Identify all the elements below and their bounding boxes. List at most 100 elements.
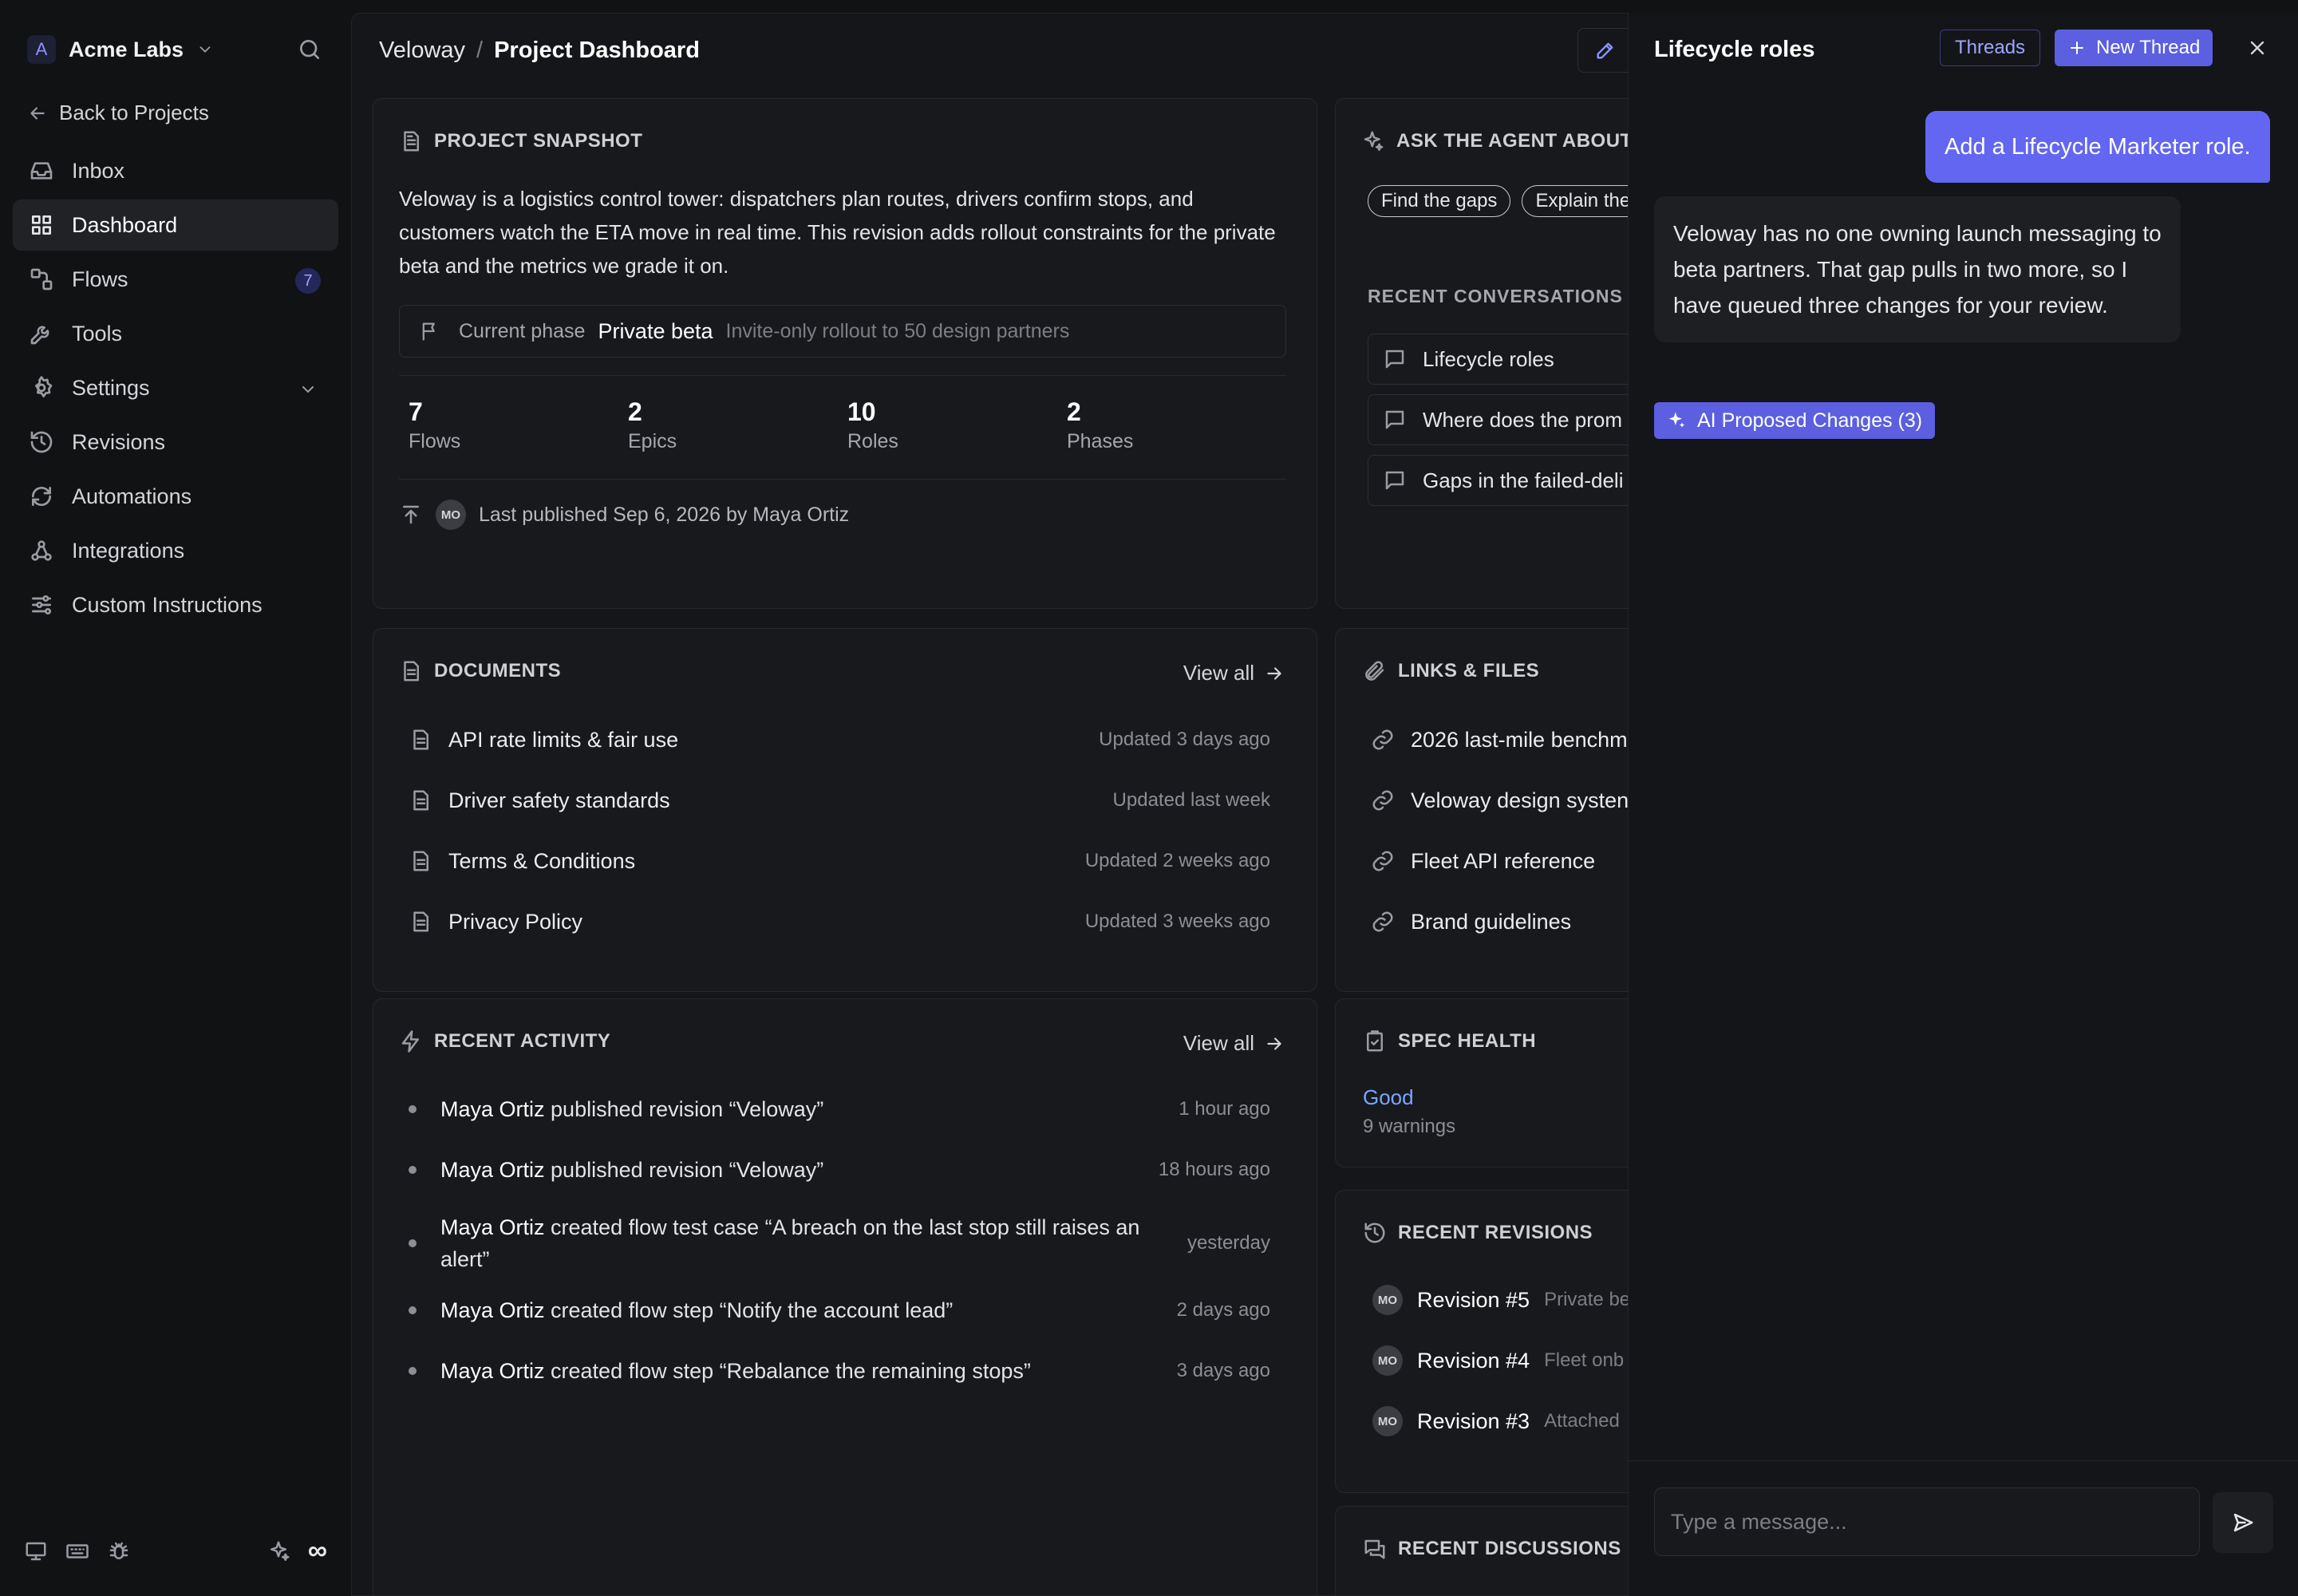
arrow-left-icon <box>27 103 48 124</box>
workspace-switcher[interactable]: A Acme Labs <box>27 35 214 64</box>
workspace-avatar: A <box>27 35 56 64</box>
search-icon[interactable] <box>297 37 322 62</box>
avatar: MO <box>1372 1406 1403 1436</box>
divider <box>399 479 1286 480</box>
flag-icon <box>419 320 441 342</box>
message-input[interactable] <box>1671 1509 2183 1535</box>
changes-label: AI Proposed Changes (3) <box>1697 409 1923 432</box>
grid-icon <box>29 212 54 238</box>
project-snapshot-card: PROJECT SNAPSHOT Veloway is a logistics … <box>373 98 1317 609</box>
conversation-item[interactable]: Lifecycle roles <box>1368 334 1669 385</box>
conversation-title: Where does the prom <box>1423 407 1623 432</box>
sidebar-item-settings[interactable]: Settings <box>13 362 338 413</box>
phase-value: Private beta <box>598 318 713 343</box>
sliders-icon <box>29 592 54 618</box>
activity-time: 1 hour ago <box>1179 1098 1270 1120</box>
card-header: PROJECT SNAPSHOT <box>399 129 642 153</box>
activity-time: 2 days ago <box>1176 1299 1270 1321</box>
sidebar-footer: ∞ <box>24 1535 327 1566</box>
stat-phases[interactable]: 2 Phases <box>1067 397 1286 453</box>
sidebar-item-label: Flows <box>72 267 128 291</box>
sidebar-item-inbox[interactable]: Inbox <box>13 145 338 196</box>
activity-author: Maya Ortiz <box>440 1158 545 1182</box>
sidebar-item-flows[interactable]: Flows 7 <box>13 254 338 305</box>
document-updated: Updated 3 weeks ago <box>1084 911 1270 932</box>
view-all-documents-link[interactable]: View all <box>1183 661 1285 685</box>
breadcrumb-project[interactable]: Veloway <box>379 38 465 64</box>
suggestion-chip[interactable]: Find the gaps <box>1368 185 1511 217</box>
card-header: RECENT ACTIVITY <box>399 1029 610 1053</box>
view-all-label: View all <box>1183 1031 1254 1055</box>
sparkle-icon[interactable] <box>267 1539 290 1563</box>
keyboard-icon[interactable] <box>65 1539 89 1563</box>
card-title: PROJECT SNAPSHOT <box>434 130 643 152</box>
activity-item[interactable]: Maya Ortiz created flow test case “A bre… <box>409 1211 1270 1275</box>
close-icon[interactable] <box>2246 37 2268 59</box>
sidebar-item-custom-instructions[interactable]: Custom Instructions <box>13 579 338 630</box>
flows-count-badge: 7 <box>295 268 321 294</box>
conversation-item[interactable]: Where does the prom <box>1368 394 1669 445</box>
link-row[interactable]: Brand guidelines <box>1371 900 1669 943</box>
document-row[interactable]: Terms & Conditions Updated 2 weeks ago <box>409 839 1270 883</box>
revision-item[interactable]: MO Revision #3 Attached <box>1372 1406 1620 1436</box>
link-row[interactable]: Fleet API reference <box>1371 839 1669 883</box>
new-thread-button[interactable]: New Thread <box>2055 30 2213 66</box>
stat-epics[interactable]: 2 Epics <box>628 397 847 453</box>
flow-icon <box>29 267 54 292</box>
monitor-icon[interactable] <box>24 1539 48 1563</box>
suggestion-chip[interactable]: Explain the <box>1522 185 1645 217</box>
sidebar-nav: Inbox Dashboard Flows 7 Tools Settings R… <box>13 145 338 634</box>
sidebar-item-revisions[interactable]: Revisions <box>13 417 338 468</box>
avatar: MO <box>436 500 466 530</box>
conversation-item[interactable]: Gaps in the failed-deli <box>1368 455 1669 506</box>
stat-number: 2 <box>1067 397 1081 426</box>
recent-discussions-card: RECENT DISCUSSIONS <box>1335 1506 1670 1595</box>
card-title: RECENT REVISIONS <box>1398 1222 1593 1243</box>
stat-label: Epics <box>628 430 677 452</box>
sidebar-item-label: Integrations <box>72 538 185 563</box>
revision-item[interactable]: MO Revision #5 Private be <box>1372 1285 1630 1315</box>
activity-item[interactable]: Maya Ortiz created flow step “Notify the… <box>409 1294 1270 1326</box>
bullet <box>409 1306 417 1314</box>
stat-label: Roles <box>847 430 898 452</box>
send-button[interactable] <box>2213 1492 2273 1553</box>
activity-text: created flow step “Rebalance the remaini… <box>544 1359 1031 1383</box>
document-name: Driver safety standards <box>448 788 670 812</box>
paperclip-icon <box>1363 659 1387 683</box>
link-row[interactable]: 2026 last-mile benchm <box>1371 718 1669 761</box>
activity-item[interactable]: Maya Ortiz created flow step “Rebalance … <box>409 1355 1270 1387</box>
view-all-activity-link[interactable]: View all <box>1183 1031 1285 1056</box>
sidebar-item-tools[interactable]: Tools <box>13 308 338 359</box>
document-row[interactable]: Driver safety standards Updated last wee… <box>409 779 1270 822</box>
card-title: ASK THE AGENT ABOUT <box>1396 130 1633 152</box>
activity-item[interactable]: Maya Ortiz published revision “Veloway” … <box>409 1154 1270 1186</box>
activity-item[interactable]: Maya Ortiz published revision “Veloway” … <box>409 1093 1270 1125</box>
sidebar-item-automations[interactable]: Automations <box>13 471 338 522</box>
document-row[interactable]: Privacy Policy Updated 3 weeks ago <box>409 900 1270 943</box>
file-icon <box>409 728 432 752</box>
thread-title: Lifecycle roles <box>1654 37 1815 62</box>
bug-icon[interactable] <box>107 1539 131 1563</box>
link-row[interactable]: Veloway design systen <box>1371 779 1669 822</box>
revision-item[interactable]: MO Revision #4 Fleet onb <box>1372 1345 1624 1376</box>
sidebar-item-label: Inbox <box>72 158 125 183</box>
sidebar-item-label: Revisions <box>72 429 166 454</box>
link-name: 2026 last-mile benchm <box>1411 727 1628 752</box>
stat-number: 10 <box>847 397 876 426</box>
ai-proposed-changes-button[interactable]: AI Proposed Changes (3) <box>1654 402 1936 439</box>
sidebar-item-integrations[interactable]: Integrations <box>13 525 338 576</box>
breadcrumb-separator: / <box>476 38 484 63</box>
webhook-icon <box>29 538 54 563</box>
document-row[interactable]: API rate limits & fair use Updated 3 day… <box>409 718 1270 761</box>
health-status[interactable]: Good <box>1363 1085 1414 1110</box>
back-to-projects-link[interactable]: Back to Projects <box>27 101 209 125</box>
revision-name: Revision #5 <box>1417 1287 1530 1312</box>
chevron-down-icon <box>196 41 214 58</box>
stat-roles[interactable]: 10 Roles <box>847 397 1067 453</box>
link-icon <box>1371 728 1395 752</box>
stat-flows[interactable]: 7 Flows <box>409 397 628 453</box>
phase-label: Current phase <box>459 319 586 342</box>
threads-button[interactable]: Threads <box>1940 30 2041 66</box>
infinity-icon[interactable]: ∞ <box>308 1535 327 1566</box>
sidebar-item-dashboard[interactable]: Dashboard <box>13 200 338 251</box>
